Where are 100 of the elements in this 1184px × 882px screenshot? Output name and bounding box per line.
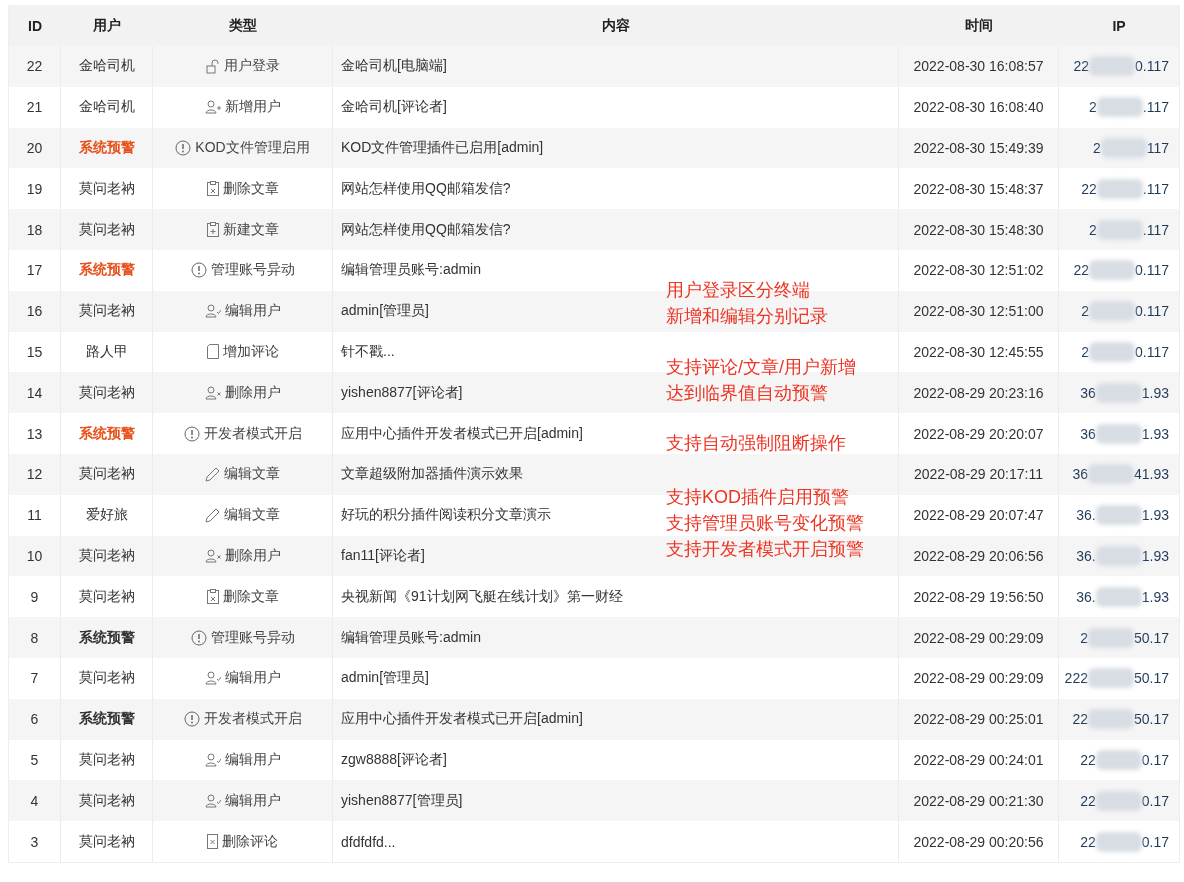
time-cell: 2022-08-30 16:08:40 bbox=[899, 86, 1059, 128]
time-header: 时间 bbox=[964, 15, 994, 35]
id-cell: 16 bbox=[9, 290, 61, 332]
padlock-icon bbox=[205, 58, 220, 74]
user-cell: 系统预警 bbox=[61, 698, 153, 740]
type-label: 新增用户 bbox=[224, 98, 281, 117]
time-cell: 2022-08-30 12:51:00 bbox=[899, 290, 1059, 332]
type-label: 编辑用户 bbox=[224, 791, 281, 810]
ip-start: 2 bbox=[1089, 221, 1097, 238]
annotation-text: 支持评论/文章/用户新增 bbox=[666, 356, 856, 379]
id-cell: 7 bbox=[9, 657, 61, 699]
type-label: 增加评论 bbox=[222, 342, 279, 361]
ip-start: 36. bbox=[1076, 547, 1096, 564]
user-cell: 金哈司机 bbox=[61, 86, 153, 128]
annotation-text: 支持自动强制阻断操作 bbox=[666, 432, 846, 455]
time-cell: 2022-08-30 12:51:02 bbox=[899, 250, 1059, 291]
time-cell: 2022-08-29 00:29:09 bbox=[899, 657, 1059, 699]
ip-end: 0.17 bbox=[1141, 792, 1169, 809]
blurred-ip bbox=[1095, 545, 1142, 566]
id-cell: 3 bbox=[9, 821, 61, 862]
type-label: 管理账号异动 bbox=[210, 261, 295, 280]
user-cell: 系统预警 bbox=[61, 250, 153, 291]
type-label: 删除文章 bbox=[222, 587, 279, 606]
ip-start: 2 bbox=[1081, 343, 1089, 360]
blurred-ip bbox=[1089, 56, 1135, 77]
type-label: KOD文件管理启用 bbox=[195, 139, 310, 157]
pencil-icon bbox=[205, 466, 220, 482]
type-label: 用户登录 bbox=[223, 57, 280, 76]
type-label: 编辑用户 bbox=[224, 669, 281, 688]
type-label: 编辑文章 bbox=[224, 506, 280, 525]
user-cell: 莫问老衲 bbox=[61, 657, 153, 699]
time-cell: 2022-08-30 16:08:57 bbox=[899, 46, 1059, 87]
ip-start: 36. bbox=[1076, 588, 1096, 605]
type-label: 删除文章 bbox=[222, 179, 279, 198]
time-cell: 2022-08-29 20:17:11 bbox=[899, 453, 1059, 495]
user-cell: 爱好旅 bbox=[61, 494, 153, 536]
user-icon bbox=[204, 793, 221, 808]
content-cell: dfdfdfd... bbox=[333, 821, 899, 862]
ip-end: .117 bbox=[1142, 99, 1169, 116]
type-label: 开发者模式开启 bbox=[203, 424, 302, 443]
id-cell: 8 bbox=[9, 617, 61, 658]
type-label: 管理账号异动 bbox=[210, 628, 295, 647]
user-icon bbox=[204, 671, 221, 686]
ip-end: 41.93 bbox=[1133, 466, 1169, 483]
blurred-ip bbox=[1087, 668, 1134, 689]
clipboard-icon bbox=[206, 222, 219, 238]
ip-end: 0.17 bbox=[1141, 751, 1169, 768]
ip-start: 2 bbox=[1080, 629, 1088, 646]
ip-end: 0.117 bbox=[1135, 58, 1169, 75]
ip-end: 50.17 bbox=[1133, 670, 1169, 687]
content-cell: 网站怎样使用QQ邮箱发信? bbox=[333, 209, 899, 250]
ip-start: 36 bbox=[1080, 425, 1096, 442]
ip-header: IP bbox=[1111, 16, 1127, 36]
warning-icon bbox=[190, 262, 207, 279]
id-cell: 6 bbox=[9, 698, 61, 740]
ip-start: 22 bbox=[1072, 711, 1088, 728]
ip-end: 50.17 bbox=[1133, 711, 1169, 728]
user-icon bbox=[204, 548, 221, 563]
blurred-ip bbox=[1087, 464, 1134, 485]
blurred-ip bbox=[1089, 301, 1135, 322]
ip-start: 22 bbox=[1080, 751, 1096, 768]
ip-start: 2 bbox=[1089, 99, 1097, 116]
ip-end: 1.93 bbox=[1141, 425, 1169, 442]
blurred-ip bbox=[1089, 260, 1135, 281]
blurred-ip bbox=[1087, 627, 1134, 648]
time-cell: 2022-08-29 00:20:56 bbox=[899, 821, 1059, 862]
id-cell: 22 bbox=[9, 46, 61, 87]
blurred-ip bbox=[1100, 138, 1147, 158]
user-cell: 莫问老衲 bbox=[61, 290, 153, 332]
blurred-ip bbox=[1089, 341, 1135, 362]
ip-end: 0.117 bbox=[1135, 303, 1169, 320]
id-header: ID bbox=[27, 16, 43, 36]
type-label: 删除用户 bbox=[224, 383, 281, 402]
ip-end: 1.93 bbox=[1141, 588, 1169, 605]
warning-icon bbox=[175, 140, 192, 156]
ip-end: 0.117 bbox=[1135, 262, 1169, 279]
ip-start: 36 bbox=[1080, 384, 1096, 401]
blurred-ip bbox=[1095, 382, 1142, 403]
clipboard-icon bbox=[206, 589, 219, 605]
id-cell: 21 bbox=[9, 86, 61, 128]
user-cell: 莫问老衲 bbox=[61, 209, 153, 250]
user-cell: 系统预警 bbox=[61, 617, 153, 658]
pencil-icon bbox=[205, 507, 220, 523]
type-label: 删除评论 bbox=[222, 832, 278, 851]
id-cell: 11 bbox=[9, 494, 61, 536]
ip-start: 36. bbox=[1076, 507, 1096, 524]
type-label: 编辑用户 bbox=[224, 750, 281, 769]
ip-end: .117 bbox=[1142, 221, 1169, 238]
user-icon bbox=[204, 385, 221, 400]
blurred-ip bbox=[1095, 749, 1142, 770]
blurred-ip bbox=[1096, 219, 1143, 240]
ip-end: 1.93 bbox=[1141, 507, 1169, 524]
type-label: 开发者模式开启 bbox=[203, 710, 302, 729]
ip-end: 1.93 bbox=[1141, 547, 1169, 564]
blurred-ip bbox=[1095, 831, 1142, 852]
ip-start: 36 bbox=[1072, 466, 1088, 483]
user-cell: 系统预警 bbox=[61, 413, 153, 454]
type-label: 编辑用户 bbox=[224, 302, 281, 321]
warning-icon bbox=[190, 629, 207, 646]
ip-end: .117 bbox=[1142, 180, 1169, 197]
